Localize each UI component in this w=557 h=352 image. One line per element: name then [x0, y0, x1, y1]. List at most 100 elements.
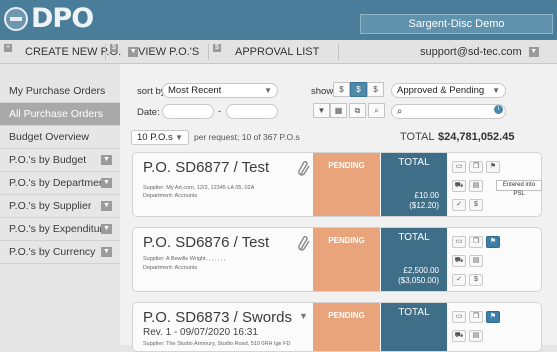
- sidebar-item-by-currency[interactable]: P.O.'s by Currency ▼: [0, 241, 120, 264]
- po-revision: Rev. 1 - 09/07/2020 16:31: [143, 327, 258, 338]
- user-email: support@sd-tec.com: [420, 46, 522, 58]
- grand-total-label: TOTAL: [400, 131, 435, 143]
- chevron-down-icon: ▼: [264, 86, 272, 95]
- sidebar-item-by-expenditure-type[interactable]: P.O.'s by Expenditure Type▼: [0, 218, 120, 257]
- date-separator: -: [218, 106, 222, 117]
- po-title: P.O. SD6876 / Test: [143, 234, 270, 251]
- po-total-amount-alt: ($3,050.00): [398, 276, 439, 285]
- approval-list-menu[interactable]: $ APPROVAL LIST: [213, 40, 319, 64]
- dropdown-arrow-icon[interactable]: ▼: [101, 247, 112, 257]
- print-icon[interactable]: ▭: [452, 236, 466, 248]
- po-total-label: TOTAL: [398, 232, 430, 243]
- group-view-button[interactable]: ⧉: [349, 103, 366, 118]
- view-pos-menu[interactable]: $ VIEW P.O.'S: [110, 40, 199, 64]
- delivery-icon[interactable]: ⛟: [452, 255, 466, 267]
- plus-icon: +: [4, 44, 12, 52]
- chevron-down-icon: ▼: [492, 86, 500, 95]
- flag-icon[interactable]: ⚑: [486, 236, 500, 248]
- user-menu[interactable]: support@sd-tec.com ▼: [420, 40, 539, 64]
- dropdown-arrow-icon[interactable]: ▼: [101, 201, 112, 211]
- show-dollar-toggle[interactable]: $: [367, 82, 384, 97]
- sidebar-item-label: P.O.'s by Department: [9, 177, 108, 189]
- view-pos-label: VIEW P.O.'S: [138, 46, 200, 58]
- sidebar-item-by-supplier[interactable]: P.O.'s by Supplier ▼: [0, 195, 120, 218]
- sidebar-item-label: All Purchase Orders: [9, 108, 103, 120]
- menu-divider: [105, 44, 106, 60]
- sidebar-item-label: My Purchase Orders: [9, 85, 106, 97]
- per-page-select[interactable]: 10 P.O.s ▼: [131, 130, 189, 145]
- status-select[interactable]: Approved & Pending ▼: [391, 83, 506, 98]
- logo-text: DPO: [31, 3, 94, 34]
- chevron-down-icon: ▼: [175, 133, 183, 142]
- invoice-dollar-icon[interactable]: $: [469, 274, 483, 286]
- dollar-icon: $: [110, 44, 118, 52]
- filter-button[interactable]: ▼: [313, 103, 330, 118]
- po-total-amount: £10.00: [414, 191, 439, 200]
- chevron-down-icon[interactable]: ▼: [299, 311, 308, 321]
- status-badge: PENDING: [313, 153, 380, 216]
- po-title: P.O. SD6873 / Swords: [143, 309, 292, 326]
- menu-divider: [338, 44, 339, 60]
- date-from-input[interactable]: [162, 104, 214, 119]
- flag-icon[interactable]: ⚑: [486, 161, 500, 173]
- sidebar-item-label: P.O.'s by Supplier: [9, 200, 92, 212]
- po-total-box: TOTAL £2,500.00 ($3,050.00): [381, 228, 447, 291]
- approval-list-label: APPROVAL LIST: [235, 46, 320, 58]
- attachment-icon[interactable]: [297, 160, 311, 178]
- tooltip: Entered into PSL: [496, 180, 542, 197]
- organization-button[interactable]: Sargent-Disc Demo: [360, 14, 553, 34]
- dropdown-arrow-icon[interactable]: ▼: [101, 224, 112, 234]
- po-total-amount: £2,500.00: [403, 266, 439, 275]
- document-icon[interactable]: ▤: [469, 330, 483, 342]
- search-toggle-button[interactable]: ⌕: [368, 103, 385, 118]
- status-badge: PENDING: [313, 228, 380, 291]
- copy-icon[interactable]: ❐: [469, 311, 483, 323]
- delivery-icon[interactable]: ⛟: [452, 330, 466, 342]
- chevron-down-icon: ▼: [528, 47, 539, 58]
- split-view-button[interactable]: ▦: [330, 103, 347, 118]
- per-page-value: 10 P.O.s: [137, 132, 173, 143]
- seal-icon: [4, 7, 28, 31]
- dropdown-arrow-icon[interactable]: ▼: [101, 178, 112, 188]
- info-icon[interactable]: i: [494, 105, 503, 114]
- po-supplier: Supplier: The Studio Armoury, Studio Roa…: [143, 341, 291, 347]
- po-supplier: Supplier: My Art.com, 12/3, 12345 LA 05,…: [143, 185, 255, 191]
- show-none-toggle[interactable]: $: [333, 82, 350, 97]
- app-logo[interactable]: DPO: [4, 3, 94, 34]
- po-title: P.O. SD6877 / Test: [143, 159, 270, 176]
- po-total-amount-alt: ($12.20): [409, 201, 439, 210]
- sidebar-item-by-department[interactable]: P.O.'s by Department ▼: [0, 172, 120, 195]
- sidebar-item-all-purchase-orders[interactable]: All Purchase Orders: [0, 103, 120, 126]
- print-icon[interactable]: ▭: [452, 311, 466, 323]
- sidebar-item-label: P.O.'s by Budget: [9, 154, 87, 166]
- delivery-icon[interactable]: ⛟: [452, 180, 466, 192]
- sidebar: My Purchase Orders All Purchase Orders B…: [0, 80, 120, 264]
- sort-value: Most Recent: [168, 85, 222, 96]
- print-icon[interactable]: ▭: [452, 161, 466, 173]
- po-total-box: TOTAL £10.00 ($12.20): [381, 153, 447, 216]
- flag-icon[interactable]: ⚑: [486, 311, 500, 323]
- attachment-icon[interactable]: [297, 235, 311, 253]
- dropdown-arrow-icon[interactable]: ▼: [101, 155, 112, 165]
- approve-icon[interactable]: ✓: [452, 274, 466, 286]
- document-icon[interactable]: ▤: [469, 255, 483, 267]
- show-currency-toggle[interactable]: $: [350, 82, 367, 97]
- date-to-input[interactable]: [226, 104, 278, 119]
- per-page-text: per request; 10 of 367 P.O.s: [194, 132, 300, 142]
- copy-icon[interactable]: ❐: [469, 236, 483, 248]
- invoice-dollar-icon[interactable]: $: [469, 199, 483, 211]
- sidebar-item-my-purchase-orders[interactable]: My Purchase Orders: [0, 80, 120, 103]
- approve-icon[interactable]: ✓: [452, 199, 466, 211]
- sidebar-item-by-budget[interactable]: P.O.'s by Budget ▼: [0, 149, 120, 172]
- sidebar-item-budget-overview[interactable]: Budget Overview: [0, 126, 120, 149]
- copy-icon[interactable]: ❐: [469, 161, 483, 173]
- search-input[interactable]: ⌕: [391, 104, 506, 119]
- search-icon: ⌕: [397, 106, 403, 117]
- main-menu: + CREATE NEW P.O. ▼ $ VIEW P.O.'S $ APPR…: [0, 40, 557, 64]
- grand-total-value: $24,781,052.45: [438, 131, 515, 143]
- create-po-label: CREATE NEW P.O.: [25, 46, 122, 58]
- document-icon[interactable]: ▤: [469, 180, 483, 192]
- menu-divider: [208, 44, 209, 60]
- sidebar-item-label: Budget Overview: [9, 131, 89, 143]
- sort-select[interactable]: Most Recent ▼: [162, 83, 278, 98]
